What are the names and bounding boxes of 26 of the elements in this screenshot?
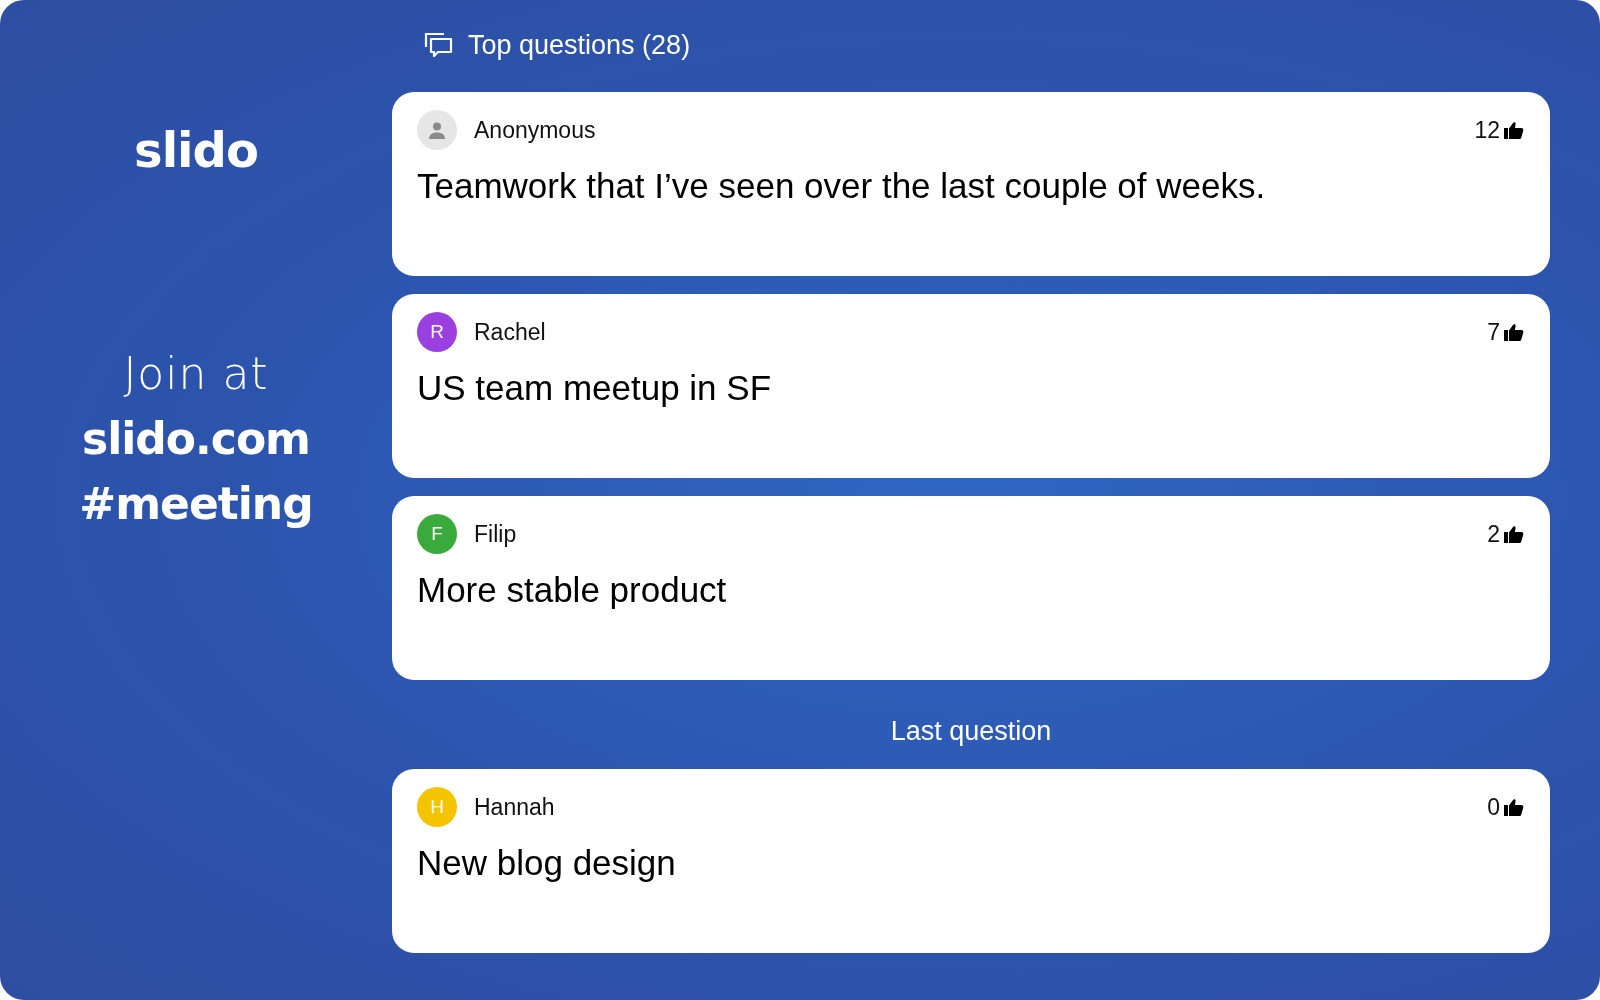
question-text: New blog design [417,843,677,883]
thumbs-up-icon [1504,323,1524,341]
section-title: Top questions (28) [468,29,691,61]
author-name: Anonymous [474,116,596,144]
join-site: slido.com [82,413,310,464]
author-name: Rachel [474,318,546,346]
questions-icon [424,32,454,58]
like-count: 12 [1474,116,1500,144]
join-label: Join at [123,348,269,399]
author-name: Filip [474,520,517,548]
like-count: 0 [1487,793,1500,821]
thumbs-up-icon [1504,798,1524,816]
author-name: Hannah [474,793,555,821]
event-code: #meeting [79,478,313,529]
slido-logo: slido [134,122,258,178]
like-count: 2 [1487,520,1500,548]
question-text: Teamwork that I’ve seen over the last couple of weeks. [417,166,1267,206]
question-text: More stable product [417,570,728,610]
like-count: 7 [1487,318,1500,346]
question-text: US team meetup in SF [417,368,773,408]
section-label: Last question [889,716,1053,747]
avatar: H [417,787,457,827]
thumbs-up-icon [1504,121,1524,139]
avatar: R [417,312,457,352]
avatar: F [417,514,457,554]
thumbs-up-icon [1504,525,1524,543]
